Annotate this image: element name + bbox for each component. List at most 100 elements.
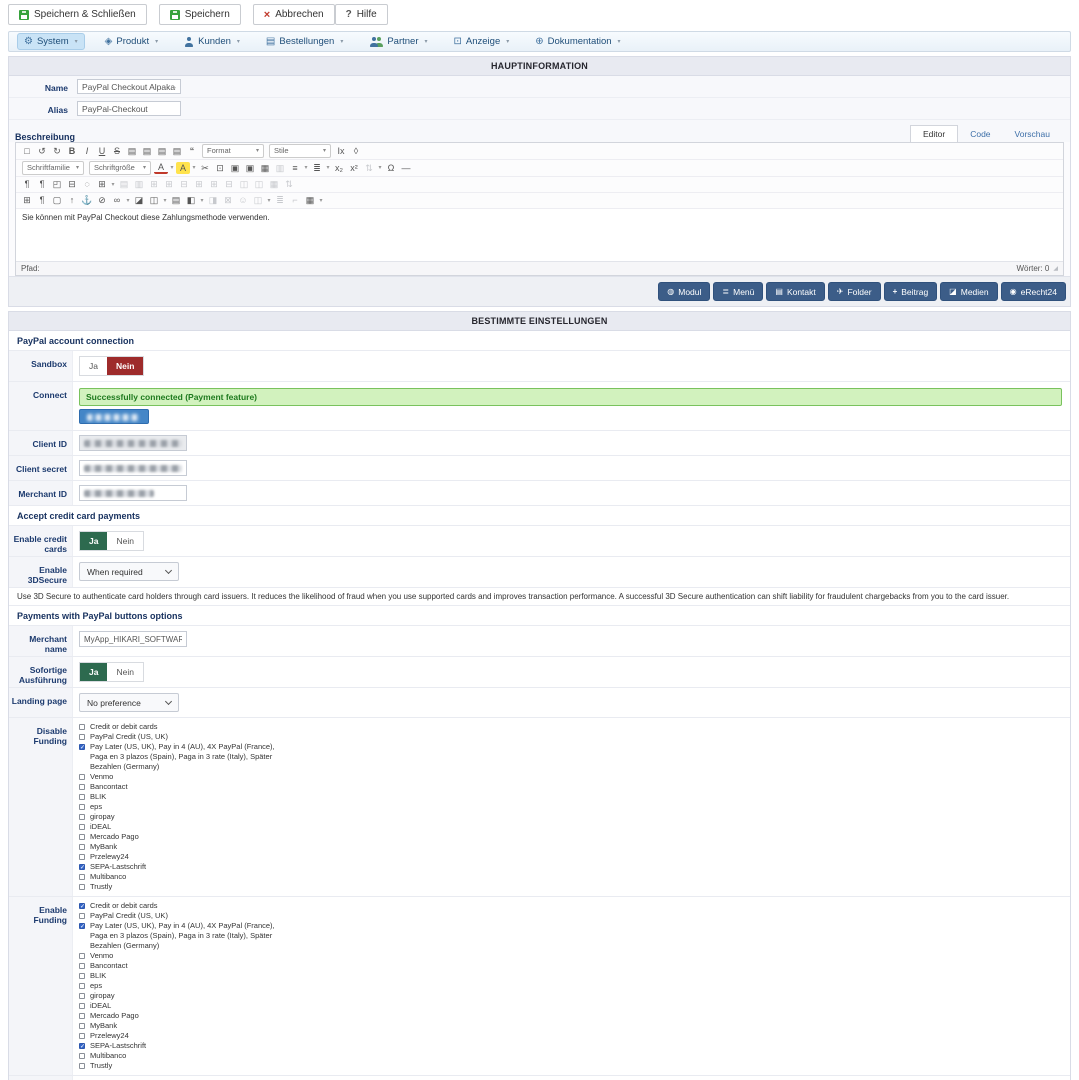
table-insert-row-above-icon[interactable]: ⊞ (147, 178, 161, 191)
funding-option[interactable]: eps (79, 802, 279, 812)
funding-option[interactable]: BLIK (79, 792, 279, 802)
funding-option[interactable]: BLIK (79, 971, 279, 981)
container-icon[interactable]: ◫ (251, 194, 265, 207)
font-size-select[interactable]: Schriftgröße (89, 161, 151, 175)
checkbox[interactable] (79, 784, 85, 790)
image-icon[interactable]: ◪ (132, 194, 146, 207)
sofort-ja-button[interactable]: Ja (80, 663, 108, 681)
funding-option[interactable]: iDEAL (79, 822, 279, 832)
checkbox[interactable] (79, 902, 85, 912)
funding-option[interactable]: SEPA-Lastschrift (79, 862, 279, 873)
styles-select[interactable]: Stile (269, 144, 331, 158)
checkbox[interactable] (79, 774, 85, 780)
funding-option[interactable]: MyBank (79, 1021, 279, 1031)
paste-icon[interactable]: ▣ (228, 162, 242, 175)
caret-down-icon[interactable]: ▾ (318, 194, 324, 207)
caret-down-icon[interactable]: ▾ (162, 194, 168, 207)
checkbox[interactable] (79, 913, 85, 919)
upload-icon[interactable]: ↑ (65, 194, 79, 207)
table-insert-row-below-icon[interactable]: ⊞ (162, 178, 176, 191)
clear-formatting-icon[interactable]: Ix (334, 145, 348, 158)
checkbox[interactable] (79, 953, 85, 959)
funding-option[interactable]: PayPal Credit (US, UK) (79, 732, 279, 742)
layout-icon[interactable]: ◧ (184, 194, 198, 207)
caret-down-icon[interactable]: ▾ (325, 162, 331, 175)
checkbox[interactable] (79, 743, 85, 753)
merchant-name-input[interactable] (79, 631, 187, 647)
table-properties-icon[interactable]: ▦ (267, 178, 281, 191)
align-left-icon[interactable]: ▤ (125, 145, 139, 158)
search-icon[interactable]: ◌ (80, 178, 94, 191)
visual-grid-icon[interactable]: ⊞ (20, 194, 34, 207)
funding-option[interactable]: giropay (79, 991, 279, 1001)
funding-option[interactable]: SEPA-Lastschrift (79, 1041, 279, 1052)
menu-item-partner[interactable]: Partner (363, 34, 433, 49)
italic-icon[interactable]: I (80, 145, 94, 158)
menu-item-anzeige[interactable]: Anzeige (448, 34, 516, 49)
caret-down-icon[interactable]: ▾ (266, 194, 272, 207)
funding-option[interactable]: PayPal Credit (US, UK) (79, 911, 279, 921)
table-cell-properties-icon[interactable]: ▥ (132, 178, 146, 191)
paragraph-ltr-icon[interactable]: ¶ (20, 178, 34, 191)
funding-option[interactable]: Mercado Pago (79, 1011, 279, 1021)
paste-word-icon[interactable]: ▣ (243, 162, 257, 175)
highlight-color-icon[interactable]: A (176, 162, 190, 174)
checkbox[interactable] (79, 993, 85, 999)
special-character-icon[interactable]: Ω (384, 162, 398, 175)
bold-icon[interactable]: B (65, 145, 79, 158)
emoticon-icon[interactable]: ☺ (236, 194, 250, 207)
sort-icon[interactable]: ⇅ (282, 178, 296, 191)
tab-code[interactable]: Code (958, 126, 1002, 142)
enable-3dsecure-select[interactable]: When required (79, 562, 179, 581)
landing-page-select[interactable]: No preference (79, 693, 179, 712)
menu-item-produkt[interactable]: Produkt (99, 34, 164, 49)
checkbox[interactable] (79, 1033, 85, 1039)
nonbreaking-icon[interactable]: ⌐ (288, 194, 302, 207)
checkbox[interactable] (79, 1003, 85, 1009)
indent-icon[interactable]: ▦ (258, 162, 272, 175)
eraser-icon[interactable]: ◊ (349, 145, 363, 158)
connect-account-button[interactable] (79, 409, 149, 424)
funding-option[interactable]: MyBank (79, 842, 279, 852)
save-close-button[interactable]: Speichern & Schließen (8, 4, 147, 25)
subscript-icon[interactable]: x₂ (332, 162, 346, 175)
caret-down-icon[interactable]: ▾ (303, 162, 309, 175)
paragraph-rtl-icon[interactable]: ¶ (35, 178, 49, 191)
client-secret-input[interactable] (79, 460, 187, 476)
style-block-icon[interactable]: ▦ (303, 194, 317, 207)
editor-insert-button[interactable]: eRecht24 (1000, 282, 1066, 301)
link-icon[interactable]: ∞ (110, 194, 124, 207)
editor-insert-button[interactable]: Modul (658, 282, 711, 301)
funding-option[interactable]: Przelewy24 (79, 852, 279, 862)
funding-option[interactable]: Multibanco (79, 1051, 279, 1061)
format-select[interactable]: Format (202, 144, 264, 158)
checkbox[interactable] (79, 794, 85, 800)
funding-option[interactable]: Mercado Pago (79, 832, 279, 842)
new-document-icon[interactable]: □ (20, 145, 34, 158)
table-row-properties-icon[interactable]: ▤ (117, 178, 131, 191)
align-center-icon[interactable]: ▤ (140, 145, 154, 158)
caret-down-icon[interactable]: ▾ (125, 194, 131, 207)
menu-item-kunden[interactable]: Kunden (178, 34, 246, 49)
print-icon[interactable]: ⊟ (65, 178, 79, 191)
save-button[interactable]: Speichern (158, 4, 241, 25)
editor-insert-button[interactable]: Kontakt (766, 282, 825, 301)
checkbox[interactable] (79, 1013, 85, 1019)
checkbox[interactable] (79, 863, 85, 873)
client-id-input[interactable] (79, 435, 187, 451)
numbered-list-icon[interactable]: ≣ (310, 162, 324, 175)
superscript-icon[interactable]: x² (347, 162, 361, 175)
resize-grip-icon[interactable]: ◢ (1053, 265, 1058, 272)
checkbox[interactable] (79, 814, 85, 820)
checkbox[interactable] (79, 1023, 85, 1029)
table-delete-row-icon[interactable]: ⊟ (177, 178, 191, 191)
checkbox[interactable] (79, 844, 85, 850)
select-all-icon[interactable]: ▢ (50, 194, 64, 207)
fullscreen-icon[interactable]: ◰ (50, 178, 64, 191)
menu-item-bestellungen[interactable]: Bestellungen (260, 34, 349, 49)
checkbox[interactable] (79, 804, 85, 810)
undo-icon[interactable]: ↺ (35, 145, 49, 158)
align-right-icon[interactable]: ▤ (155, 145, 169, 158)
checkbox[interactable] (79, 1042, 85, 1052)
iframe-icon[interactable]: ⊠ (221, 194, 235, 207)
